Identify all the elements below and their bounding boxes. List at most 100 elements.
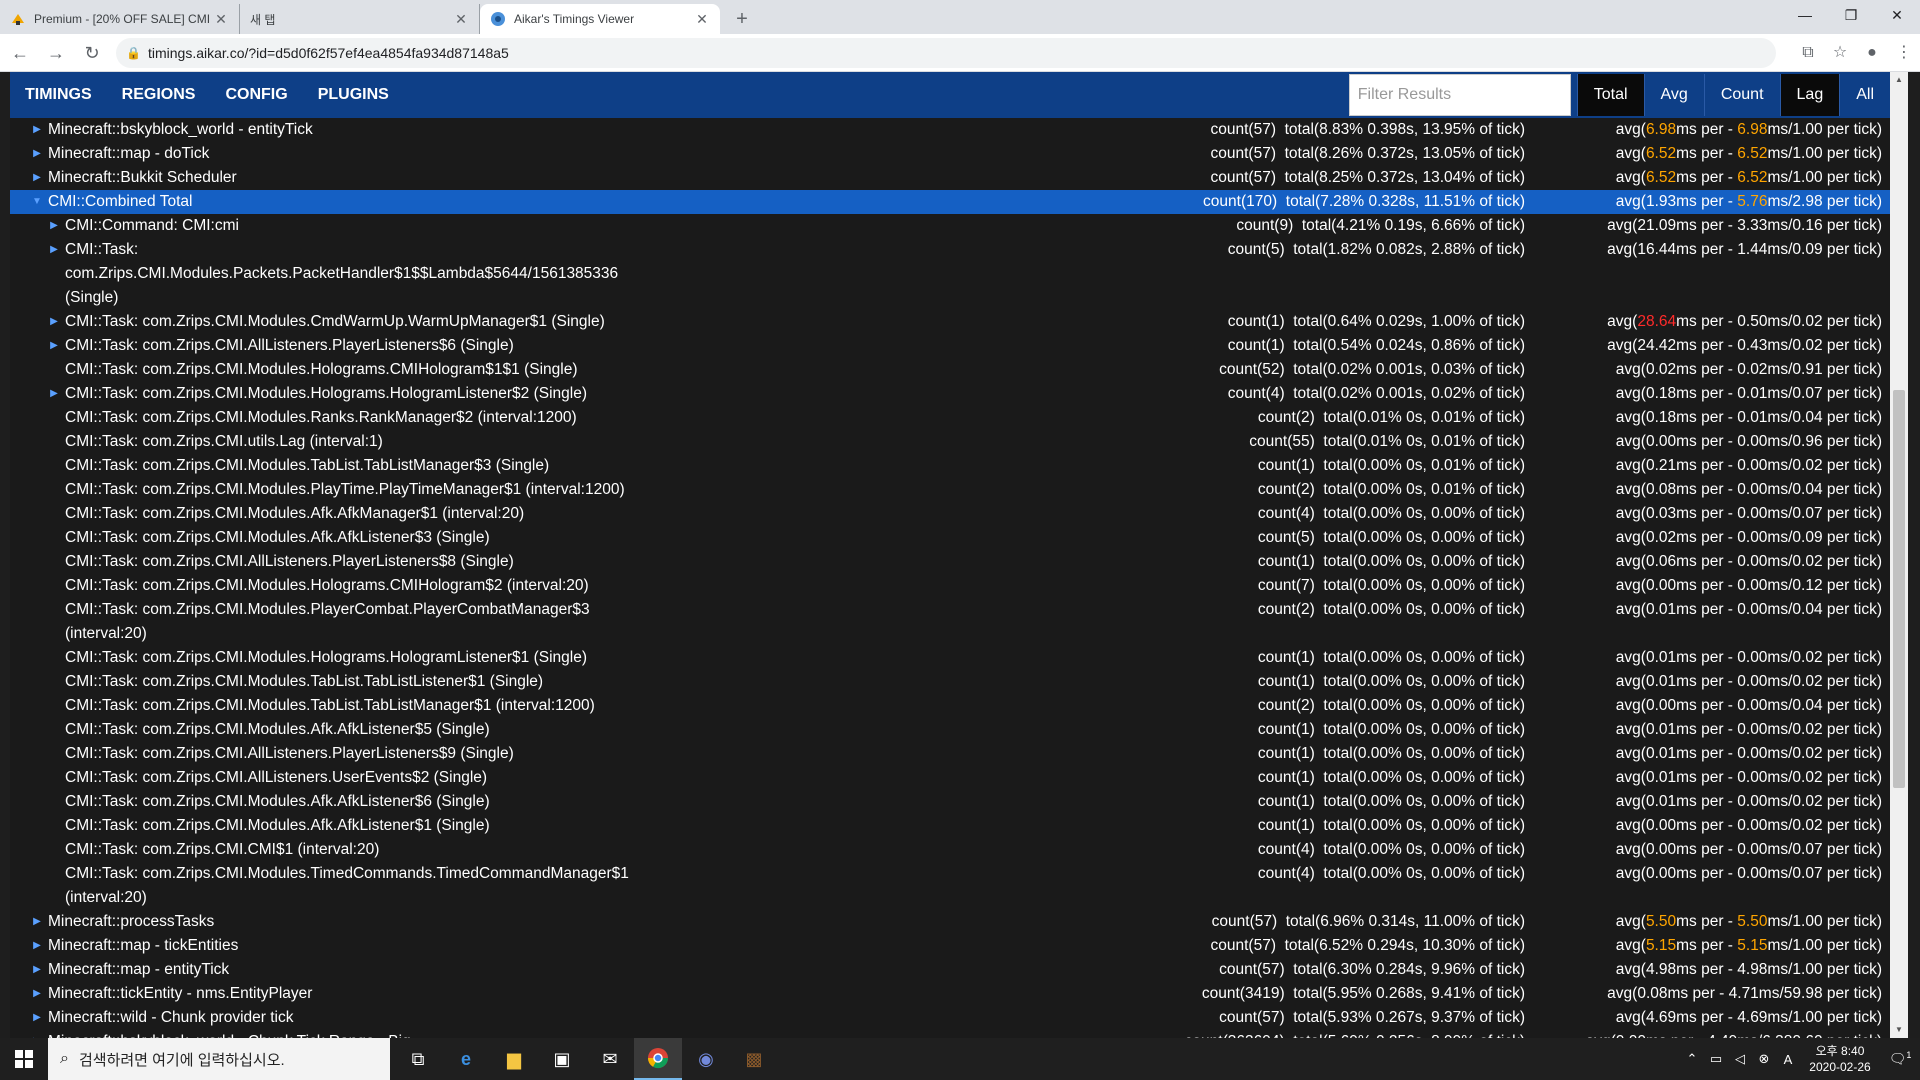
tab-new-tab[interactable]: 새 탭 ✕ — [240, 4, 480, 34]
nav-regions[interactable]: REGIONS — [107, 72, 211, 118]
timing-row[interactable]: ▶ CMI::Task: com.Zrips.CMI.Modules.CmdWar… — [10, 310, 1890, 334]
page-scrollbar[interactable]: ▲ ▼ — [1890, 72, 1908, 1038]
taskbar-clock[interactable]: 오후 8:40 2020-02-26 — [1800, 1043, 1880, 1075]
caret-right-icon[interactable]: ▶ — [30, 1006, 44, 1030]
forward-arrow-icon[interactable]: → — [40, 37, 72, 69]
timing-row[interactable]: CMI::Task: com.Zrips.CMI.Modules.Afk.Afk… — [10, 790, 1890, 814]
address-bar[interactable]: 🔒 timings.aikar.co/?id=d5d0f62f57ef4ea48… — [116, 37, 1776, 68]
store-icon[interactable]: ▣ — [538, 1038, 586, 1080]
task-view-icon[interactable]: ⧉ — [394, 1038, 442, 1080]
profile-avatar-icon[interactable]: ● — [1856, 37, 1888, 69]
timing-row[interactable]: ▶ CMI::Command: CMI:cmi count(9) total(4.2… — [10, 214, 1890, 238]
discord-icon[interactable]: ◉ — [682, 1038, 730, 1080]
tab-aikar-timings[interactable]: Aikar's Timings Viewer ✕ — [480, 4, 720, 34]
timing-row[interactable]: ▶ CMI::Task: com.Zrips.CMI.AllListeners.P… — [10, 334, 1890, 358]
mode-all-button[interactable]: All — [1839, 74, 1890, 116]
timing-row[interactable]: CMI::Task: com.Zrips.CMI.Modules.TabList… — [10, 454, 1890, 478]
caret-right-icon[interactable]: ▶ — [30, 958, 44, 982]
timing-row[interactable]: CMI::Task: com.Zrips.CMI.utils.Lag (inte… — [10, 430, 1890, 454]
timing-row[interactable]: CMI::Task: com.Zrips.CMI.Modules.Hologra… — [10, 574, 1890, 598]
reload-icon[interactable]: ↻ — [76, 37, 108, 69]
caret-down-icon[interactable]: ▼ — [30, 190, 44, 214]
timing-row[interactable]: CMI::Task: com.Zrips.CMI.Modules.PlayerC… — [10, 598, 1890, 646]
timing-row[interactable]: ▶ Minecraft::bskyblock_world - entityTick… — [10, 118, 1890, 142]
timing-row[interactable]: ▶ CMI::Task: com.Zrips.CMI.Modules.Packet… — [10, 238, 1890, 310]
tray-chevron-up-icon[interactable]: ⌃ — [1680, 1051, 1704, 1067]
caret-right-icon[interactable]: ▶ — [47, 214, 61, 238]
scrollbar-thumb[interactable] — [1893, 390, 1905, 788]
timing-row[interactable]: ▶ Minecraft::tickEntity - nms.EntityPlaye… — [10, 982, 1890, 1006]
caret-right-icon[interactable]: ▶ — [47, 310, 61, 334]
mode-total-button[interactable]: Total — [1576, 74, 1644, 116]
taskbar-search-box[interactable]: ⌕ 검색하려면 여기에 입력하십시오. — [48, 1038, 390, 1080]
network-icon[interactable]: ▭ — [1704, 1051, 1728, 1067]
notification-center-icon[interactable]: 🗨1 — [1880, 1050, 1920, 1068]
caret-right-icon[interactable]: ▶ — [47, 334, 61, 358]
tab-close-icon[interactable]: ✕ — [453, 11, 469, 27]
caret-right-icon[interactable]: ▶ — [47, 238, 61, 262]
timing-row[interactable]: ▶ Minecraft::processTasks count(57) total(… — [10, 910, 1890, 934]
tab-premium-cmi[interactable]: Premium - [20% OFF SALE] CMI ✕ — [0, 4, 240, 34]
timing-row[interactable]: ▼ CMI::Combined Total count(170) total(7.2… — [10, 190, 1890, 214]
close-window-icon[interactable]: ✕ — [1874, 0, 1920, 30]
timing-row[interactable]: ▶ Minecraft::map - tickEntities count(57) … — [10, 934, 1890, 958]
nav-timings[interactable]: TIMINGS — [10, 72, 107, 118]
minecraft-icon[interactable]: ▩ — [730, 1038, 778, 1080]
caret-right-icon[interactable]: ▶ — [30, 910, 44, 934]
mode-count-button[interactable]: Count — [1703, 74, 1780, 116]
translate-icon[interactable]: ⧉ — [1792, 37, 1824, 69]
timing-row[interactable]: CMI::Task: com.Zrips.CMI.Modules.Afk.Afk… — [10, 502, 1890, 526]
file-explorer-icon[interactable]: ▆ — [490, 1038, 538, 1080]
edge-browser-icon[interactable]: e — [442, 1038, 490, 1080]
mode-avg-button[interactable]: Avg — [1643, 74, 1704, 116]
timing-row[interactable]: CMI::Task: com.Zrips.CMI.AllListeners.Us… — [10, 766, 1890, 790]
scroll-down-arrow-icon[interactable]: ▼ — [1890, 1022, 1908, 1038]
mode-lag-button[interactable]: Lag — [1779, 74, 1840, 116]
back-arrow-icon[interactable]: ← — [4, 37, 36, 69]
timing-row[interactable]: CMI::Task: com.Zrips.CMI.Modules.Afk.Afk… — [10, 526, 1890, 550]
timing-row[interactable]: CMI::Task: com.Zrips.CMI.Modules.TabList… — [10, 694, 1890, 718]
nav-plugins[interactable]: PLUGINS — [303, 72, 404, 118]
caret-right-icon[interactable]: ▶ — [30, 118, 44, 142]
timing-row[interactable]: ▶ Minecraft::map - doTick count(57) total(… — [10, 142, 1890, 166]
timing-row[interactable]: CMI::Task: com.Zrips.CMI.CMI$1 (interval… — [10, 838, 1890, 862]
timing-row[interactable]: CMI::Task: com.Zrips.CMI.Modules.TabList… — [10, 670, 1890, 694]
ime-indicator[interactable]: A — [1776, 1052, 1800, 1067]
timing-row[interactable]: ▶ Minecraft::map - entityTick count(57) to… — [10, 958, 1890, 982]
caret-right-icon[interactable]: ▶ — [30, 142, 44, 166]
mail-icon[interactable]: ✉ — [586, 1038, 634, 1080]
timing-row[interactable]: ▶ CMI::Task: com.Zrips.CMI.Modules.Hologr… — [10, 382, 1890, 406]
chrome-icon[interactable] — [634, 1038, 682, 1080]
timing-row[interactable]: CMI::Task: com.Zrips.CMI.Modules.Afk.Afk… — [10, 718, 1890, 742]
caret-right-icon[interactable]: ▶ — [30, 934, 44, 958]
volume-icon[interactable]: ◁ — [1728, 1051, 1752, 1067]
timing-row[interactable]: CMI::Task: com.Zrips.CMI.Modules.Hologra… — [10, 358, 1890, 382]
caret-right-icon[interactable]: ▶ — [30, 166, 44, 190]
caret-right-icon[interactable]: ▶ — [47, 382, 61, 406]
timing-row[interactable]: CMI::Task: com.Zrips.CMI.AllListeners.Pl… — [10, 742, 1890, 766]
timing-row[interactable]: CMI::Task: com.Zrips.CMI.AllListeners.Pl… — [10, 550, 1890, 574]
scroll-up-arrow-icon[interactable]: ▲ — [1890, 72, 1908, 88]
new-tab-button[interactable]: + — [728, 4, 756, 34]
timing-row[interactable]: CMI::Task: com.Zrips.CMI.Modules.PlayTim… — [10, 478, 1890, 502]
timing-row[interactable]: CMI::Task: com.Zrips.CMI.Modules.TimedCo… — [10, 862, 1890, 910]
timing-row[interactable]: ▶ Minecraft::Bukkit Scheduler count(57) to… — [10, 166, 1890, 190]
caret-right-icon[interactable]: ▶ — [30, 982, 44, 1006]
timing-row[interactable]: ▶ Minecraft::bskyblock_world - Chunk Tick… — [10, 1030, 1890, 1038]
timing-row[interactable]: CMI::Task: com.Zrips.CMI.Modules.Hologra… — [10, 646, 1890, 670]
caret-right-icon[interactable]: ▶ — [30, 1030, 44, 1038]
filter-results-input[interactable]: Filter Results — [1348, 74, 1571, 116]
tab-close-icon[interactable]: ✕ — [213, 11, 229, 27]
timing-name: CMI::Task: com.Zrips.CMI.AllListeners.Pl… — [65, 745, 514, 762]
nav-config[interactable]: CONFIG — [210, 72, 302, 118]
timing-row[interactable]: ▶ Minecraft::wild - Chunk provider tick co… — [10, 1006, 1890, 1030]
status-x-icon[interactable]: ⊗ — [1752, 1051, 1776, 1067]
timing-row[interactable]: CMI::Task: com.Zrips.CMI.Modules.Afk.Afk… — [10, 814, 1890, 838]
minimize-icon[interactable]: — — [1782, 0, 1828, 30]
restore-icon[interactable]: ❐ — [1828, 0, 1874, 30]
menu-kebab-icon[interactable]: ⋮ — [1888, 37, 1920, 69]
bookmark-star-icon[interactable]: ☆ — [1824, 37, 1856, 69]
windows-start-icon[interactable] — [0, 1038, 48, 1080]
tab-close-icon[interactable]: ✕ — [694, 11, 710, 27]
timing-row[interactable]: CMI::Task: com.Zrips.CMI.Modules.Ranks.R… — [10, 406, 1890, 430]
